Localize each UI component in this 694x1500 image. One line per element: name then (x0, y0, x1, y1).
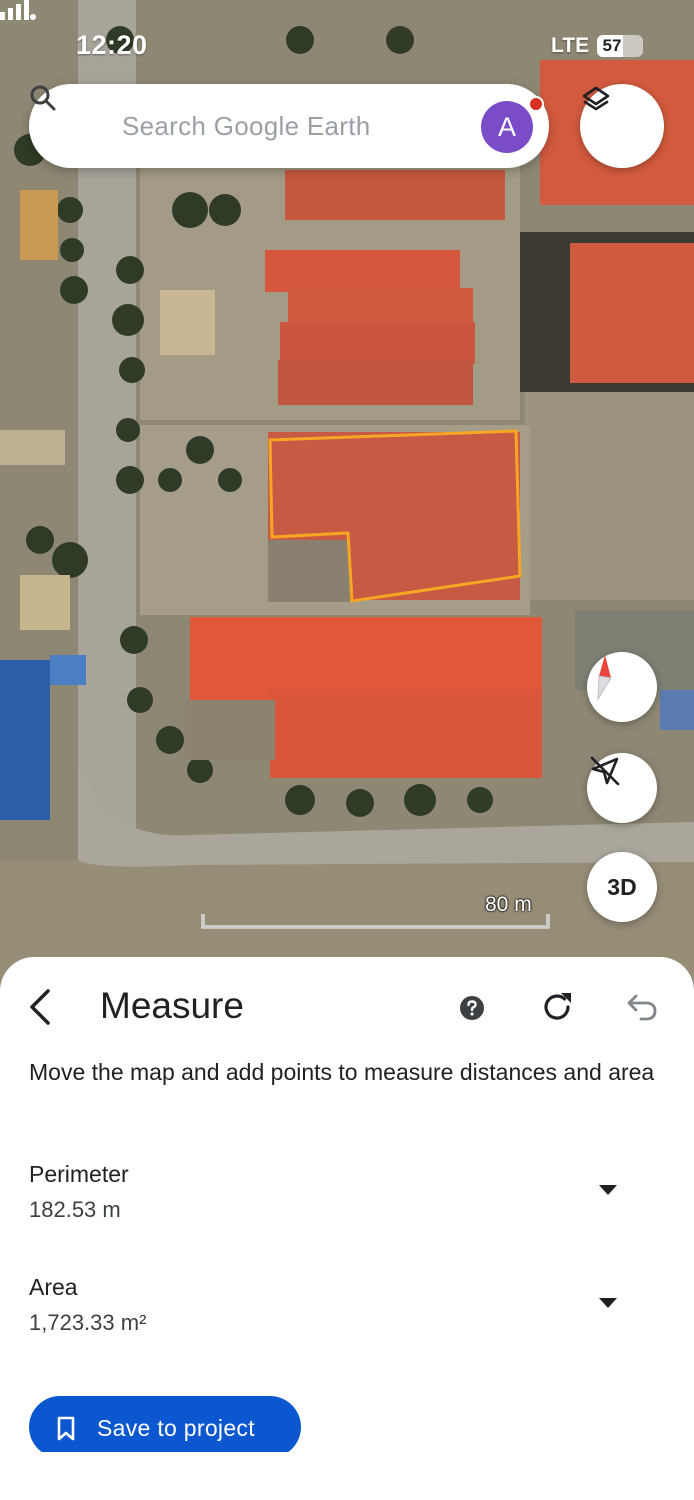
notification-dot (528, 96, 544, 112)
perimeter-value: 182.53 m (29, 1197, 121, 1222)
measure-instructions: Move the map and add points to measure d… (29, 1059, 655, 1085)
scale-label: 80 m (485, 893, 532, 916)
measure-panel: Measure Move the map and add points to m… (0, 957, 694, 1500)
page-title: Measure (100, 985, 244, 1026)
save-to-project-label: Save to project (97, 1415, 255, 1441)
avatar[interactable]: A (481, 101, 533, 153)
battery-percent: 57 (602, 36, 622, 55)
back-icon[interactable] (24, 987, 58, 1027)
bookmark-icon (57, 1416, 75, 1441)
satellite-map[interactable]: 12:20 LTE 57 Search Google Earth A 3D 80… (0, 0, 694, 1000)
sheet-bottom-edge (0, 1452, 694, 1500)
search-bar[interactable]: Search Google Earth A (29, 84, 549, 168)
undo-icon[interactable] (626, 992, 658, 1022)
status-time: 12:20 (76, 30, 148, 60)
network-type: LTE (551, 34, 590, 57)
perimeter-dropdown-icon[interactable] (596, 1182, 620, 1198)
layers-icon (582, 86, 610, 111)
area-label: Area (29, 1274, 78, 1300)
tilt-toggle-button[interactable] (587, 753, 657, 823)
search-input[interactable]: Search Google Earth (122, 111, 371, 142)
refresh-icon[interactable] (540, 990, 574, 1024)
area-value: 1,723.33 m² (29, 1310, 147, 1335)
layers-button[interactable] (580, 84, 664, 168)
status-bar: 12:20 LTE 57 (0, 0, 694, 90)
area-dropdown-icon[interactable] (596, 1295, 620, 1311)
help-icon[interactable] (459, 995, 485, 1021)
tilt-off-icon (590, 756, 620, 786)
save-to-project-button[interactable]: Save to project (29, 1396, 301, 1458)
compass-button[interactable] (587, 652, 657, 722)
search-icon (30, 85, 56, 111)
perimeter-label: Perimeter (29, 1161, 129, 1187)
battery-icon: 57 (597, 35, 643, 57)
compass-icon (597, 655, 612, 701)
3d-button[interactable]: 3D (587, 852, 657, 922)
signal-strength-icon (0, 0, 36, 20)
